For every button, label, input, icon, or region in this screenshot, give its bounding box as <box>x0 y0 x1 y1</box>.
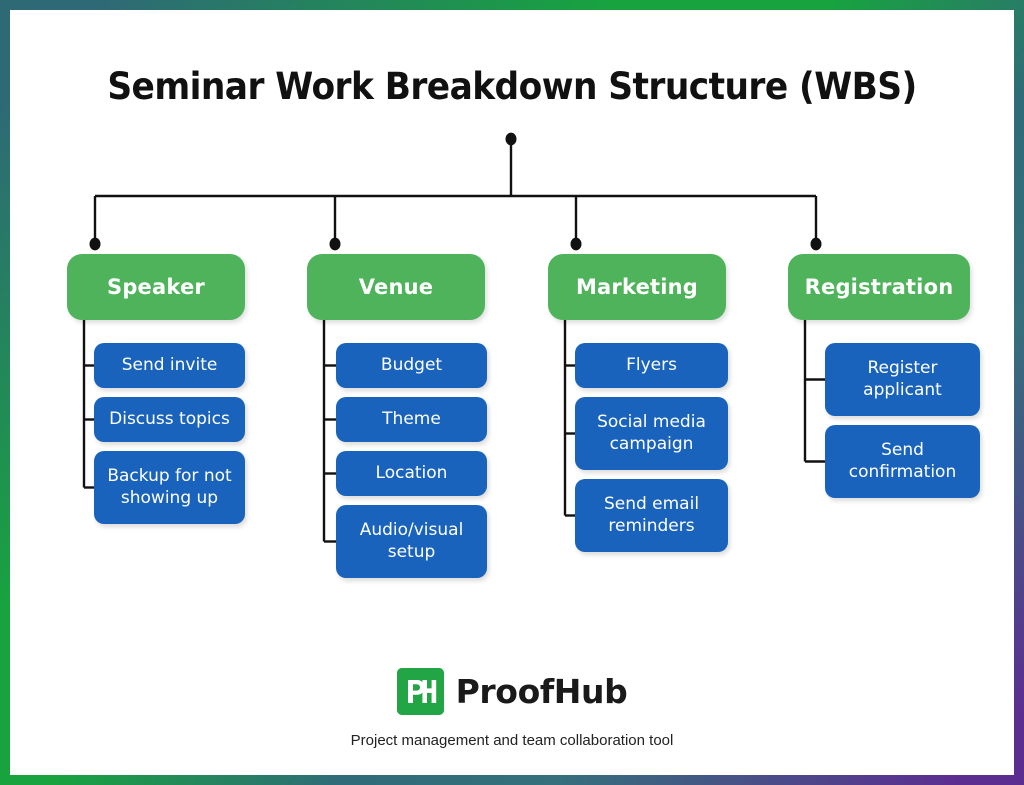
proofhub-logo-icon <box>396 668 444 715</box>
wbs-task-node[interactable]: Send email reminders <box>575 479 728 552</box>
wbs-task-node[interactable]: Discuss topics <box>94 397 245 442</box>
wbs-columns: Speaker Send invite Discuss topics Backup f… <box>10 244 1014 604</box>
wbs-task-node[interactable]: Location <box>336 451 487 496</box>
wbs-task-node[interactable]: Send confirmation <box>825 425 980 498</box>
page-title: Seminar Work Breakdown Structure (WBS) <box>107 65 917 108</box>
wbs-task-node[interactable]: Audio/visual setup <box>336 505 487 578</box>
footer: ProofHub Project management and team col… <box>10 668 1014 749</box>
wbs-task-node[interactable]: Send invite <box>94 343 245 388</box>
wbs-task-list: Register applicant Send confirmation <box>825 343 980 507</box>
wbs-task-list: Flyers Social media campaign Send email re… <box>575 343 728 561</box>
wbs-task-node[interactable]: Theme <box>336 397 487 442</box>
wbs-task-node[interactable]: Budget <box>336 343 487 388</box>
wbs-parent-node[interactable]: Marketing <box>548 254 726 320</box>
wbs-task-node[interactable]: Flyers <box>575 343 728 388</box>
wbs-parent-node[interactable]: Speaker <box>67 254 245 320</box>
poster-frame: Seminar Work Breakdown Structure (WBS) S… <box>0 0 1024 785</box>
wbs-task-node[interactable]: Register applicant <box>825 343 980 416</box>
brand-name: ProofHub <box>455 672 628 711</box>
poster-canvas: Seminar Work Breakdown Structure (WBS) S… <box>10 10 1014 775</box>
tagline: Project management and team collaboratio… <box>350 732 674 749</box>
brand-row: ProofHub <box>10 668 1014 715</box>
wbs-task-list: Budget Theme Location Audio/visual setup <box>336 343 487 587</box>
wbs-task-node[interactable]: Backup for not showing up <box>94 451 245 524</box>
wbs-task-node[interactable]: Social media campaign <box>575 397 728 470</box>
root-node-dot <box>505 132 517 146</box>
wbs-task-list: Send invite Discuss topics Backup for not … <box>94 343 245 533</box>
wbs-parent-node[interactable]: Registration <box>788 254 970 320</box>
wbs-parent-node[interactable]: Venue <box>307 254 485 320</box>
